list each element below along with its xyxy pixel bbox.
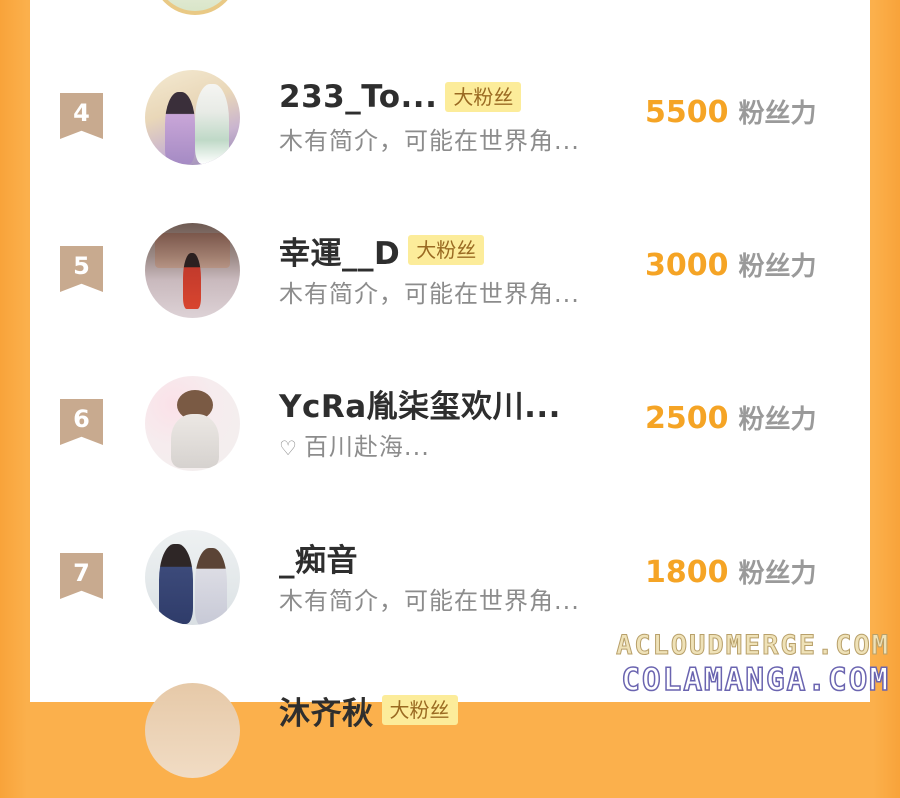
avatar[interactable] — [145, 683, 240, 778]
user-description: 木有简介，可能在世界角... — [279, 587, 580, 615]
user-name[interactable]: 幸運__D — [279, 228, 400, 273]
fan-badge: 大粉丝 — [381, 695, 458, 725]
avatar[interactable] — [145, 223, 240, 318]
user-description-text: 百川赴海... — [303, 433, 430, 461]
rank-ribbon: 6 — [60, 399, 103, 445]
user-name[interactable]: 沐齐秋 — [279, 688, 374, 733]
user-name-line: YcRa胤柒玺欢川... — [279, 381, 561, 426]
fan-power: 5500 粉丝力 — [645, 93, 817, 130]
fan-power: 3000 粉丝力 — [645, 246, 817, 283]
heart-icon: ♡ — [279, 436, 298, 460]
fan-power-value: 5500 — [645, 95, 729, 130]
fan-power: 1800 粉丝力 — [645, 553, 817, 590]
list-item-rank-4[interactable]: 4 233_To... 大粉丝 木有简介，可能在世界角... 5500 粉丝力 — [0, 65, 900, 185]
rank-ribbon: 7 — [60, 553, 103, 599]
user-name-line: _痴音 — [279, 535, 358, 580]
user-description: 木有简介，可能在世界角... — [279, 280, 580, 308]
fan-badge: 大粉丝 — [445, 82, 522, 112]
fan-power-unit: 粉丝力 — [738, 99, 817, 129]
watermark-acloudmerge: ACLOUDMERGE.COM — [616, 630, 890, 662]
fan-power-value: 3000 — [645, 248, 729, 283]
rank-ribbon: 4 — [60, 93, 103, 139]
fan-badge: 大粉丝 — [408, 235, 485, 265]
fan-power-value: 1800 — [645, 555, 729, 590]
avatar[interactable] — [145, 70, 240, 165]
list-item-rank-6[interactable]: 6 YcRa胤柒玺欢川... ♡ 百川赴海... 2500 粉丝力 — [0, 371, 900, 491]
user-name-line: 幸運__D 大粉丝 — [279, 228, 485, 273]
list-item-rank-5[interactable]: 5 幸運__D 大粉丝 木有简介，可能在世界角... 3000 粉丝力 — [0, 218, 900, 338]
fan-power-unit: 粉丝力 — [738, 405, 817, 435]
avatar[interactable] — [145, 376, 240, 471]
fan-power-unit: 粉丝力 — [738, 252, 817, 282]
avatar[interactable] — [145, 530, 240, 625]
user-name-line: 233_To... 大粉丝 — [279, 77, 522, 117]
fan-power-unit: 粉丝力 — [738, 559, 817, 589]
user-description: 木有简介，可能在世界角... — [279, 127, 580, 155]
user-name[interactable]: 233_To... — [279, 79, 437, 115]
fan-power: 2500 粉丝力 — [645, 399, 817, 436]
user-name[interactable]: _痴音 — [279, 535, 358, 580]
rank-ribbon: 5 — [60, 246, 103, 292]
user-name-line: 沐齐秋 大粉丝 — [279, 688, 458, 733]
fan-power-value: 2500 — [645, 401, 729, 436]
list-item-rank-7[interactable]: 7 _痴音 木有简介，可能在世界角... 1800 粉丝力 — [0, 525, 900, 645]
watermark-colamanga: COLAMANGA.COM — [621, 661, 890, 699]
user-name[interactable]: YcRa胤柒玺欢川... — [279, 381, 561, 426]
user-description: ♡ 百川赴海... — [279, 427, 430, 462]
